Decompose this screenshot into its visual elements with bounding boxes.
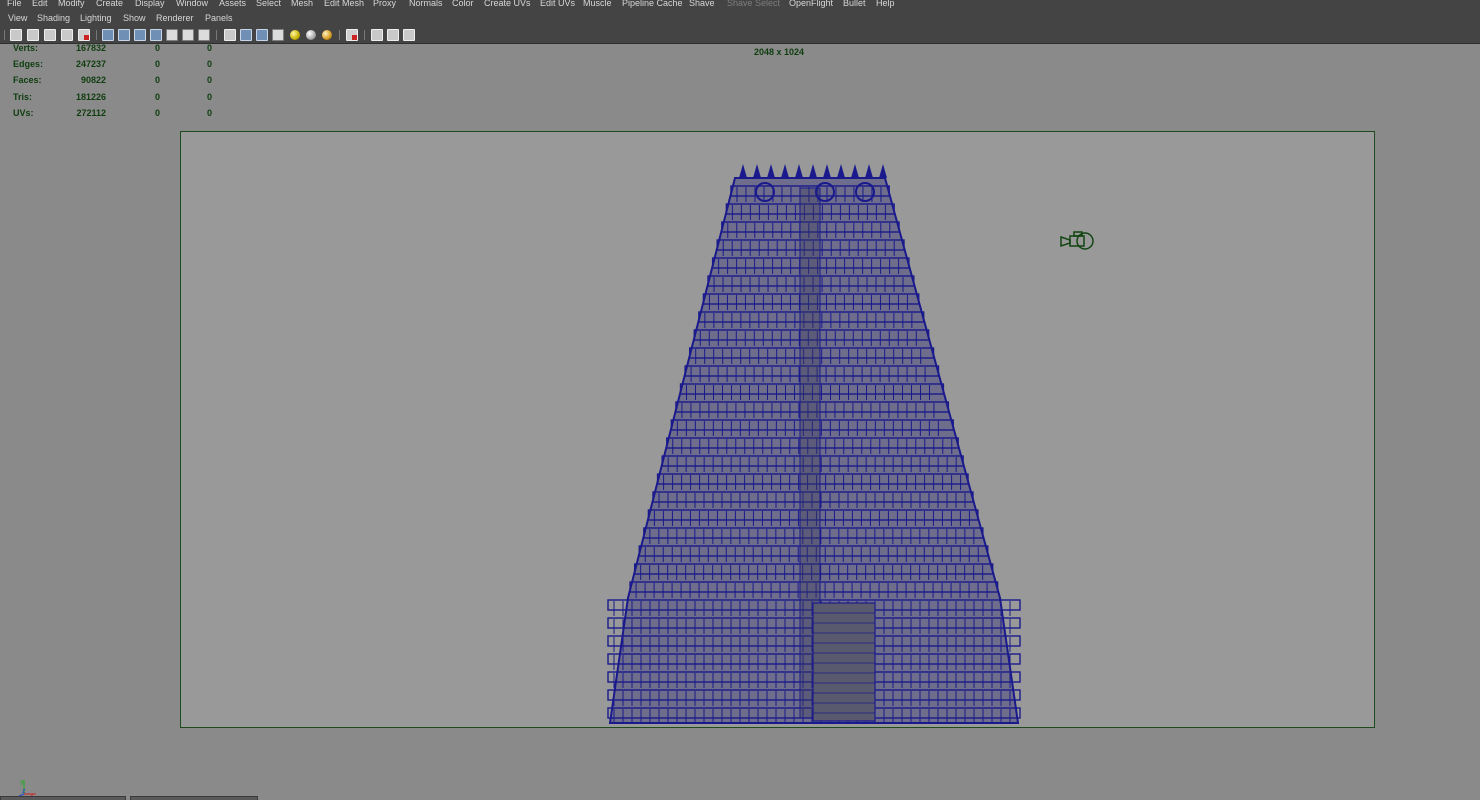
- toolbar-separator: [4, 30, 5, 40]
- panel-menu-shading[interactable]: Shading: [37, 13, 70, 23]
- hud-label-uvs: UVs:: [13, 108, 34, 118]
- gopuram-wireframe-model[interactable]: [600, 148, 1030, 730]
- toolbar-separator: [364, 30, 365, 40]
- menu-select[interactable]: Select: [256, 0, 281, 9]
- hud-selected-tris: 0: [154, 92, 160, 102]
- film-gate-icon[interactable]: [118, 29, 130, 41]
- safe-title-icon[interactable]: [198, 29, 210, 41]
- xray-joints-icon[interactable]: [403, 29, 415, 41]
- shadows-icon[interactable]: [306, 30, 316, 40]
- gate-mask-icon[interactable]: [150, 29, 162, 41]
- menu-display[interactable]: Display: [135, 0, 165, 9]
- hud-value-verts: 167832: [75, 43, 106, 53]
- menu-assets[interactable]: Assets: [219, 0, 246, 9]
- axis-label-z: z: [22, 788, 26, 795]
- menu-muscle[interactable]: Muscle: [583, 0, 612, 9]
- resolution-gate-label: 2048 x 1024: [754, 47, 805, 57]
- toolbar-separator: [339, 30, 340, 40]
- wireframe-icon[interactable]: [224, 29, 236, 41]
- toolbar-separator: [96, 30, 97, 40]
- axis-indicator-icon: y z x: [18, 779, 36, 798]
- resolution-gate-icon[interactable]: [134, 29, 146, 41]
- hud-label-verts: Verts:: [13, 43, 39, 53]
- camera-icon[interactable]: [1058, 228, 1098, 254]
- grid-icon[interactable]: [102, 29, 114, 41]
- field-chart-icon[interactable]: [166, 29, 178, 41]
- select-camera-icon[interactable]: [10, 29, 22, 41]
- xray-icon[interactable]: [371, 29, 383, 41]
- hud-selected-faces: 0: [154, 75, 160, 85]
- hud-value-edges: 247237: [75, 59, 106, 69]
- menu-edit[interactable]: Edit: [32, 0, 48, 9]
- menu-bullet[interactable]: Bullet: [843, 0, 866, 9]
- panel-toolbar: [0, 27, 1480, 44]
- panel-menu-view[interactable]: View: [8, 13, 27, 23]
- hud-component-edges: 0: [206, 59, 212, 69]
- textured-icon[interactable]: [272, 29, 284, 41]
- panel-menu-renderer[interactable]: Renderer: [156, 13, 194, 23]
- hud-label-faces: Faces:: [13, 75, 42, 85]
- safe-action-icon[interactable]: [182, 29, 194, 41]
- main-menu-bar: File Edit Modify Create Display Window A…: [0, 0, 1480, 10]
- panel-menu-panels[interactable]: Panels: [205, 13, 233, 23]
- hud-selected-verts: 0: [154, 43, 160, 53]
- hud-label-tris: Tris:: [13, 92, 33, 102]
- hud-value-tris: 181226: [75, 92, 106, 102]
- hud-label-edges: Edges:: [13, 59, 44, 69]
- panel-menu-bar: View Shading Lighting Show Renderer Pane…: [0, 10, 1480, 27]
- menu-create-uvs[interactable]: Create UVs: [484, 0, 531, 9]
- poly-count-hud: Verts: 167832 0 0 Edges: 247237 0 0 Face…: [0, 43, 260, 123]
- menu-proxy[interactable]: Proxy: [373, 0, 396, 9]
- two-d-pan-zoom-icon[interactable]: [78, 29, 90, 41]
- menu-edit-uvs[interactable]: Edit UVs: [540, 0, 575, 9]
- smooth-shade-icon[interactable]: [240, 29, 252, 41]
- hud-component-tris: 0: [206, 92, 212, 102]
- menu-pipeline-cache[interactable]: Pipeline Cache: [622, 0, 683, 9]
- hud-value-faces: 90822: [80, 75, 106, 85]
- wireframe-on-shaded-icon[interactable]: [256, 29, 268, 41]
- hud-component-uvs: 0: [206, 108, 212, 118]
- menu-create[interactable]: Create: [96, 0, 123, 9]
- menu-modify[interactable]: Modify: [58, 0, 85, 9]
- menu-openflight[interactable]: OpenFlight: [789, 0, 833, 9]
- hud-component-faces: 0: [206, 75, 212, 85]
- isolate-select-icon[interactable]: [346, 29, 358, 41]
- axis-label-y: y: [20, 779, 24, 786]
- bottom-tab[interactable]: [130, 796, 258, 800]
- menu-shave[interactable]: Shave: [689, 0, 715, 9]
- camera-attributes-icon[interactable]: [27, 29, 39, 41]
- menu-mesh[interactable]: Mesh: [291, 0, 313, 9]
- menu-edit-mesh[interactable]: Edit Mesh: [324, 0, 364, 9]
- bookmarks-icon[interactable]: [44, 29, 56, 41]
- menu-shave-select: Shave Select: [727, 0, 781, 8]
- toolbar-separator: [216, 30, 217, 40]
- panel-menu-lighting[interactable]: Lighting: [80, 13, 112, 23]
- hud-selected-edges: 0: [154, 59, 160, 69]
- high-quality-icon[interactable]: [322, 30, 332, 40]
- hud-selected-uvs: 0: [154, 108, 160, 118]
- menu-window[interactable]: Window: [176, 0, 208, 9]
- panel-menu-show[interactable]: Show: [123, 13, 146, 23]
- menu-color[interactable]: Color: [452, 0, 474, 9]
- hud-value-uvs: 272112: [76, 108, 106, 118]
- use-all-lights-icon[interactable]: [290, 30, 300, 40]
- menu-normals[interactable]: Normals: [409, 0, 443, 9]
- menu-file[interactable]: File: [7, 0, 22, 9]
- bottom-tab[interactable]: [0, 796, 126, 800]
- menu-help[interactable]: Help: [876, 0, 895, 9]
- image-plane-icon[interactable]: [61, 29, 73, 41]
- hud-component-verts: 0: [206, 43, 212, 53]
- bottom-tabs: [0, 796, 260, 800]
- xray-active-icon[interactable]: [387, 29, 399, 41]
